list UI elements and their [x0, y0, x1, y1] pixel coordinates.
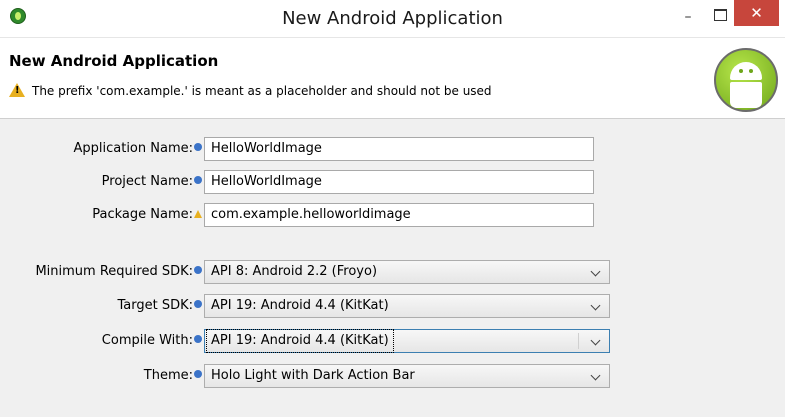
info-icon	[194, 266, 202, 274]
chevron-down-icon	[590, 266, 601, 277]
application-name-field[interactable]: HelloWorldImage	[204, 137, 594, 161]
application-name-label-text: Application Name:	[73, 141, 193, 156]
info-icon	[194, 370, 202, 378]
min-sdk-label: Minimum Required SDK:	[0, 260, 202, 284]
theme-label-text: Theme:	[143, 368, 193, 383]
package-name-label: Package Name:	[0, 203, 202, 227]
target-sdk-label-text: Target SDK:	[117, 298, 193, 313]
info-icon	[194, 335, 202, 343]
package-name-label-text: Package Name:	[92, 207, 193, 222]
warning-message: The prefix 'com.example.' is meant as a …	[9, 81, 492, 98]
chevron-down-icon	[590, 335, 601, 346]
theme-label: Theme:	[0, 364, 202, 388]
target-sdk-label: Target SDK:	[0, 294, 202, 318]
minimize-icon: –	[684, 9, 692, 25]
android-eye	[739, 69, 743, 73]
project-name-field[interactable]: HelloWorldImage	[204, 170, 594, 194]
min-sdk-label-text: Minimum Required SDK:	[35, 264, 193, 279]
compile-with-label-text: Compile With:	[101, 333, 193, 348]
close-button[interactable]: ✕	[734, 0, 779, 26]
close-icon: ✕	[750, 4, 763, 22]
title-bar: New Android Application – ✕	[0, 0, 785, 38]
min-sdk-value: API 8: Android 2.2 (Froyo)	[211, 264, 378, 279]
page-title: New Android Application	[9, 52, 219, 70]
chevron-down-icon	[590, 370, 601, 381]
compile-with-label: Compile With:	[0, 329, 202, 353]
info-icon	[194, 176, 202, 184]
theme-dropdown[interactable]: Holo Light with Dark Action Bar	[204, 364, 610, 388]
target-sdk-dropdown[interactable]: API 19: Android 4.4 (KitKat)	[204, 294, 610, 318]
compile-with-dropdown[interactable]: API 19: Android 4.4 (KitKat)	[204, 329, 610, 353]
info-icon	[194, 143, 202, 151]
warning-icon	[194, 210, 202, 218]
dropdown-separator	[578, 333, 579, 349]
min-sdk-dropdown[interactable]: API 8: Android 2.2 (Froyo)	[204, 260, 610, 284]
chevron-down-icon	[590, 300, 601, 311]
maximize-icon	[713, 9, 727, 21]
compile-with-value: API 19: Android 4.4 (KitKat)	[206, 329, 394, 353]
android-head	[730, 62, 762, 80]
package-name-field[interactable]: com.example.helloworldimage	[204, 203, 594, 227]
info-icon	[194, 300, 202, 308]
project-name-label-text: Project Name:	[101, 174, 193, 189]
wizard-header: New Android Application The prefix 'com.…	[0, 38, 785, 119]
android-logo-icon	[714, 48, 778, 112]
project-name-label: Project Name:	[0, 170, 202, 194]
theme-value: Holo Light with Dark Action Bar	[211, 368, 415, 383]
warning-text: The prefix 'com.example.' is meant as a …	[32, 84, 492, 98]
android-body	[730, 82, 762, 108]
android-eye	[749, 69, 753, 73]
target-sdk-value: API 19: Android 4.4 (KitKat)	[211, 298, 389, 313]
application-form: Application Name: HelloWorldImage Projec…	[0, 119, 785, 417]
warning-icon	[9, 83, 25, 97]
application-name-label: Application Name:	[0, 137, 202, 161]
